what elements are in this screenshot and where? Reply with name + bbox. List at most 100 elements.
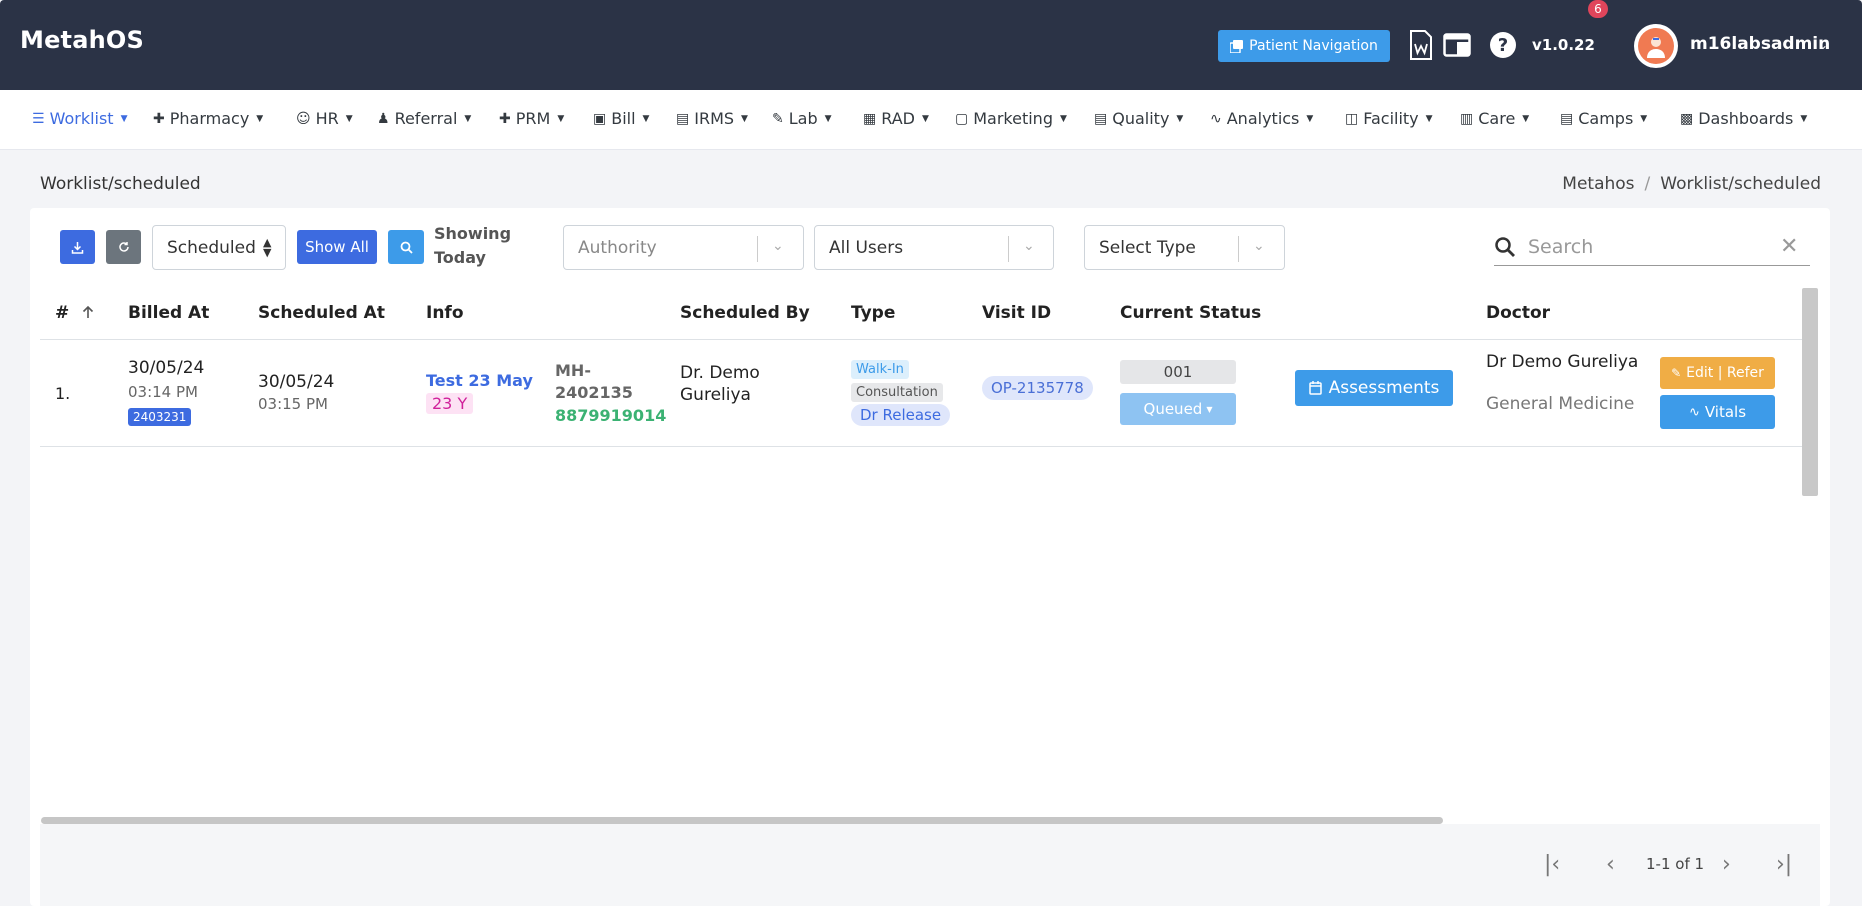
nav-care[interactable]: ▥ Care ▼ <box>1460 109 1529 128</box>
users-icon: ♟ <box>377 110 390 127</box>
plus-icon: ✚ <box>153 110 165 127</box>
patient-phone: 8879919014 <box>555 406 667 425</box>
nav-camps[interactable]: ▤ Camps ▼ <box>1560 109 1647 128</box>
column-header-index[interactable]: # <box>55 303 95 323</box>
app-title[interactable]: MetahOS <box>20 26 144 54</box>
bill-number-badge[interactable]: 2403231 <box>128 406 192 426</box>
bag-icon: ▢ <box>955 110 969 127</box>
type-select[interactable]: Select Type ⌄ <box>1084 225 1285 270</box>
breadcrumb-current: Worklist/scheduled <box>1660 174 1821 194</box>
search-input[interactable] <box>1528 232 1768 262</box>
nav-facility[interactable]: ◫ Facility ▼ <box>1345 109 1433 128</box>
visit-id-badge[interactable]: OP-2135778 <box>982 376 1093 400</box>
caret-icon: ▼ <box>1306 113 1314 124</box>
next-page-icon[interactable]: › <box>1722 852 1731 877</box>
edit-refer-button[interactable]: ✎ Edit | Refer <box>1660 357 1775 389</box>
nav-marketing[interactable]: ▢ Marketing ▼ <box>955 109 1067 128</box>
table-row[interactable]: 1. 30/05/24 03:14 PM 2403231 30/05/24 03… <box>40 340 1802 447</box>
doctor-department: General Medicine <box>1486 394 1635 414</box>
scheduled-by: Dr. Demo Gureliya <box>680 363 760 405</box>
list-icon: ☰ <box>32 110 45 127</box>
caret-icon: ▼ <box>345 113 353 124</box>
nav-irms[interactable]: ▤ IRMS ▼ <box>676 109 748 128</box>
patient-name-link[interactable]: Test 23 May <box>426 371 533 390</box>
type-consultation-badge: Consultation <box>851 381 943 402</box>
notification-badge[interactable]: 6 <box>1588 0 1608 18</box>
card-icon: ▤ <box>1094 110 1108 127</box>
row-index: 1. <box>55 384 71 403</box>
nav-analytics[interactable]: ∿ Analytics ▼ <box>1210 109 1313 128</box>
briefcase-icon: ▤ <box>1560 110 1574 127</box>
column-header-current-status[interactable]: Current Status <box>1120 303 1261 323</box>
bed-icon: ▥ <box>1460 110 1474 127</box>
svg-text:?: ? <box>1498 35 1508 56</box>
breadcrumb-home[interactable]: Metahos <box>1562 174 1634 194</box>
id-card-icon: ▤ <box>676 110 690 127</box>
users-select[interactable]: All Users ⌄ <box>814 225 1054 270</box>
download-icon <box>71 241 84 254</box>
close-icon[interactable]: ✕ <box>1780 234 1798 259</box>
column-header-visit-id[interactable]: Visit ID <box>982 303 1051 323</box>
nav-quality[interactable]: ▤ Quality ▼ <box>1094 109 1183 128</box>
arrow-up-icon <box>83 305 94 318</box>
vitals-button[interactable]: ∿ Vitals <box>1660 395 1775 429</box>
breadcrumb: Metahos / Worklist/scheduled <box>1562 174 1821 194</box>
download-button[interactable] <box>60 230 95 264</box>
scheduled-date: 30/05/24 <box>258 372 335 392</box>
dr-release-badge[interactable]: Dr Release <box>851 404 951 426</box>
users-value: All Users <box>829 237 904 258</box>
film-icon: ▦ <box>863 110 877 127</box>
username[interactable]: m16labsadmin <box>1690 34 1830 54</box>
patient-navigation-label: Patient Navigation <box>1249 38 1378 54</box>
authority-select[interactable]: Authority ⌄ <box>563 225 804 270</box>
nav-lab[interactable]: ✎ Lab ▼ <box>772 109 832 128</box>
column-header-type[interactable]: Type <box>851 303 895 323</box>
nav-referral[interactable]: ♟ Referral ▼ <box>377 109 471 128</box>
last-page-icon[interactable]: ›| <box>1776 852 1792 877</box>
nav-hr[interactable]: ☺ HR ▼ <box>296 109 353 128</box>
word-document-icon[interactable] <box>1406 30 1436 60</box>
search-button[interactable] <box>388 230 424 264</box>
caret-icon: ▼ <box>921 113 929 124</box>
calendar-icon <box>1308 381 1322 395</box>
nav-pharmacy[interactable]: ✚ Pharmacy ▼ <box>153 109 263 128</box>
column-header-scheduled-at[interactable]: Scheduled At <box>258 303 385 323</box>
status-dropdown-button[interactable]: Queued ▼ <box>1120 393 1236 425</box>
select-divider <box>1008 236 1009 262</box>
show-all-button[interactable]: Show All <box>297 230 377 264</box>
type-walkin-badge: Walk-In <box>851 358 909 379</box>
chevron-down-icon[interactable]: ⌄ <box>1818 38 1828 52</box>
billed-time: 03:14 PM <box>128 383 198 401</box>
window-icon[interactable] <box>1442 30 1472 60</box>
status-code-badge: 001 <box>1120 360 1236 384</box>
previous-page-icon[interactable]: ‹ <box>1606 852 1615 877</box>
refresh-button[interactable] <box>106 230 141 264</box>
pen-icon: ✎ <box>772 110 784 127</box>
avatar[interactable] <box>1634 24 1678 68</box>
nav-prm[interactable]: ✚ PRM ▼ <box>499 109 564 128</box>
page-title: Worklist/scheduled <box>40 174 201 194</box>
nav-worklist[interactable]: ☰ Worklist ▼ <box>32 109 128 128</box>
assessments-button[interactable]: Assessments <box>1295 370 1453 406</box>
chevron-down-icon: ⌄ <box>1023 238 1035 254</box>
billed-date: 30/05/24 <box>128 358 205 378</box>
column-header-doctor[interactable]: Doctor <box>1486 303 1550 323</box>
horizontal-scrollbar[interactable] <box>41 817 1443 824</box>
nav-bill[interactable]: ▣ Bill ▼ <box>593 109 649 128</box>
column-header-scheduled-by[interactable]: Scheduled By <box>680 303 810 323</box>
nav-dashboards[interactable]: ▩ Dashboards ▼ <box>1680 109 1807 128</box>
column-header-billed-at[interactable]: Billed At <box>128 303 209 323</box>
patient-navigation-button[interactable]: Patient Navigation <box>1218 30 1390 62</box>
help-icon[interactable]: ? <box>1488 30 1518 60</box>
first-page-icon[interactable]: |‹ <box>1544 852 1560 877</box>
search-icon <box>400 241 413 254</box>
nav-rad[interactable]: ▦ RAD ▼ <box>863 109 929 128</box>
column-header-info[interactable]: Info <box>426 303 464 323</box>
status-filter-select[interactable]: Scheduled ▲ ▼ <box>152 225 286 270</box>
vertical-scrollbar[interactable] <box>1802 288 1818 496</box>
caret-icon: ▼ <box>1059 113 1067 124</box>
showing-today-label: Showing Today <box>434 224 512 267</box>
version-label: v1.0.22 <box>1532 36 1595 54</box>
patient-age-badge: 23 Y <box>426 393 474 414</box>
breadcrumb-separator: / <box>1644 174 1651 194</box>
